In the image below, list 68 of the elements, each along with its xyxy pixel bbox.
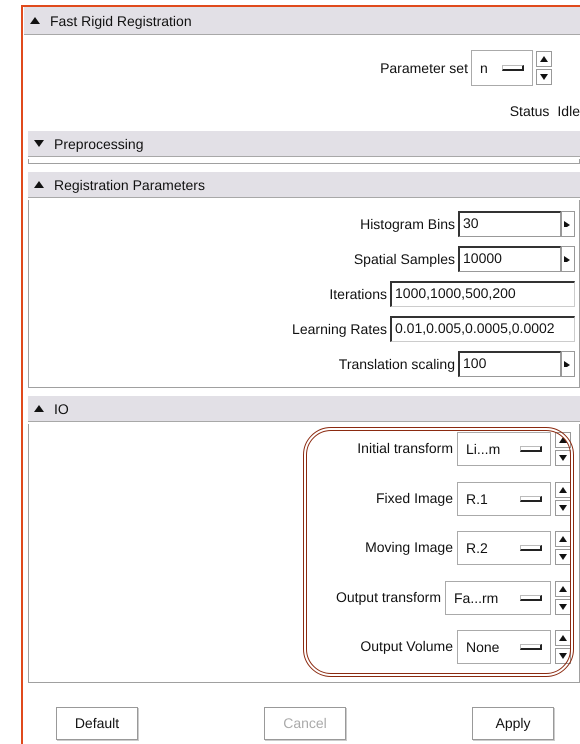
spin-down-button[interactable] xyxy=(555,598,571,614)
up-arrow-icon xyxy=(559,437,567,443)
section-title: Registration Parameters xyxy=(54,176,205,192)
down-arrow-icon xyxy=(559,653,567,659)
section-title: IO xyxy=(54,400,69,416)
dropdown-indicator-icon xyxy=(502,65,524,71)
combo-box[interactable]: R.1 xyxy=(457,482,551,516)
dropdown-indicator-icon xyxy=(520,644,542,650)
right-arrow-icon xyxy=(564,360,572,366)
up-arrow-icon xyxy=(559,635,567,641)
dropdown-indicator-icon xyxy=(520,594,542,600)
down-arrow-icon xyxy=(559,455,567,461)
combo-box[interactable]: Fa...rm xyxy=(445,580,551,614)
text-field[interactable]: 1000,1000,500,200 xyxy=(390,280,575,306)
collapse-arrow-icon[interactable] xyxy=(30,17,40,24)
panel-title: Fast Rigid Registration xyxy=(50,12,192,28)
step-arrow-button[interactable] xyxy=(561,246,575,272)
field-label: Parameter set xyxy=(380,60,468,76)
up-arrow-icon xyxy=(540,56,548,62)
spin-down-button[interactable] xyxy=(555,648,571,664)
field-label: Learning Rates xyxy=(292,320,387,336)
combo-box[interactable]: R.2 xyxy=(457,531,551,565)
spin-up-button[interactable] xyxy=(555,580,571,596)
field-label: Iterations xyxy=(329,286,387,302)
field-label: Output Volume xyxy=(360,637,453,654)
field-label: Fixed Image xyxy=(376,488,453,506)
combo-box[interactable]: None xyxy=(457,630,551,664)
collapse-arrow-icon[interactable] xyxy=(34,181,44,188)
right-arrow-icon xyxy=(564,256,572,262)
spin-down-button[interactable] xyxy=(555,500,571,516)
step-arrow-button[interactable] xyxy=(561,210,575,236)
section-title: Preprocessing xyxy=(54,136,144,152)
spin-up-button[interactable] xyxy=(555,482,571,498)
combo-box[interactable]: n xyxy=(471,50,533,86)
right-arrow-icon xyxy=(564,220,572,226)
action-button[interactable]: Apply xyxy=(472,706,554,740)
down-arrow-icon xyxy=(540,74,548,80)
up-arrow-icon xyxy=(559,486,567,492)
up-arrow-icon xyxy=(559,586,567,592)
collapse-arrow-icon[interactable] xyxy=(34,405,44,412)
spin-down-button[interactable] xyxy=(555,450,571,466)
action-button[interactable]: Default xyxy=(56,706,138,740)
down-arrow-icon xyxy=(559,554,567,560)
expand-arrow-icon[interactable] xyxy=(34,140,44,147)
step-arrow-button[interactable] xyxy=(561,350,575,376)
field-label: Spatial Samples xyxy=(354,250,455,266)
spin-up-button[interactable] xyxy=(555,432,571,448)
field-label: Histogram Bins xyxy=(360,216,455,232)
spin-up-button[interactable] xyxy=(555,630,571,646)
combo-box[interactable]: Li...m xyxy=(457,432,551,466)
field-label: Output transform xyxy=(336,588,441,604)
spin-down-button[interactable] xyxy=(536,69,552,85)
field-label: Moving Image xyxy=(365,538,453,555)
dropdown-indicator-icon xyxy=(520,446,542,452)
up-arrow-icon xyxy=(559,536,567,542)
down-arrow-icon xyxy=(559,504,567,510)
text-field[interactable]: 0.01,0.005,0.0005,0.0002 xyxy=(390,316,575,342)
status-value: Idle xyxy=(557,103,580,121)
spin-down-button[interactable] xyxy=(555,549,571,565)
field-label: Initial transform xyxy=(357,439,453,456)
down-arrow-icon xyxy=(559,604,567,610)
action-button: Cancel xyxy=(264,706,346,740)
dropdown-indicator-icon xyxy=(520,496,542,502)
spin-up-button[interactable] xyxy=(536,51,552,67)
field-label: Translation scaling xyxy=(338,356,455,372)
dropdown-indicator-icon xyxy=(520,545,542,551)
spin-up-button[interactable] xyxy=(555,531,571,547)
status-label: Status xyxy=(510,103,550,121)
